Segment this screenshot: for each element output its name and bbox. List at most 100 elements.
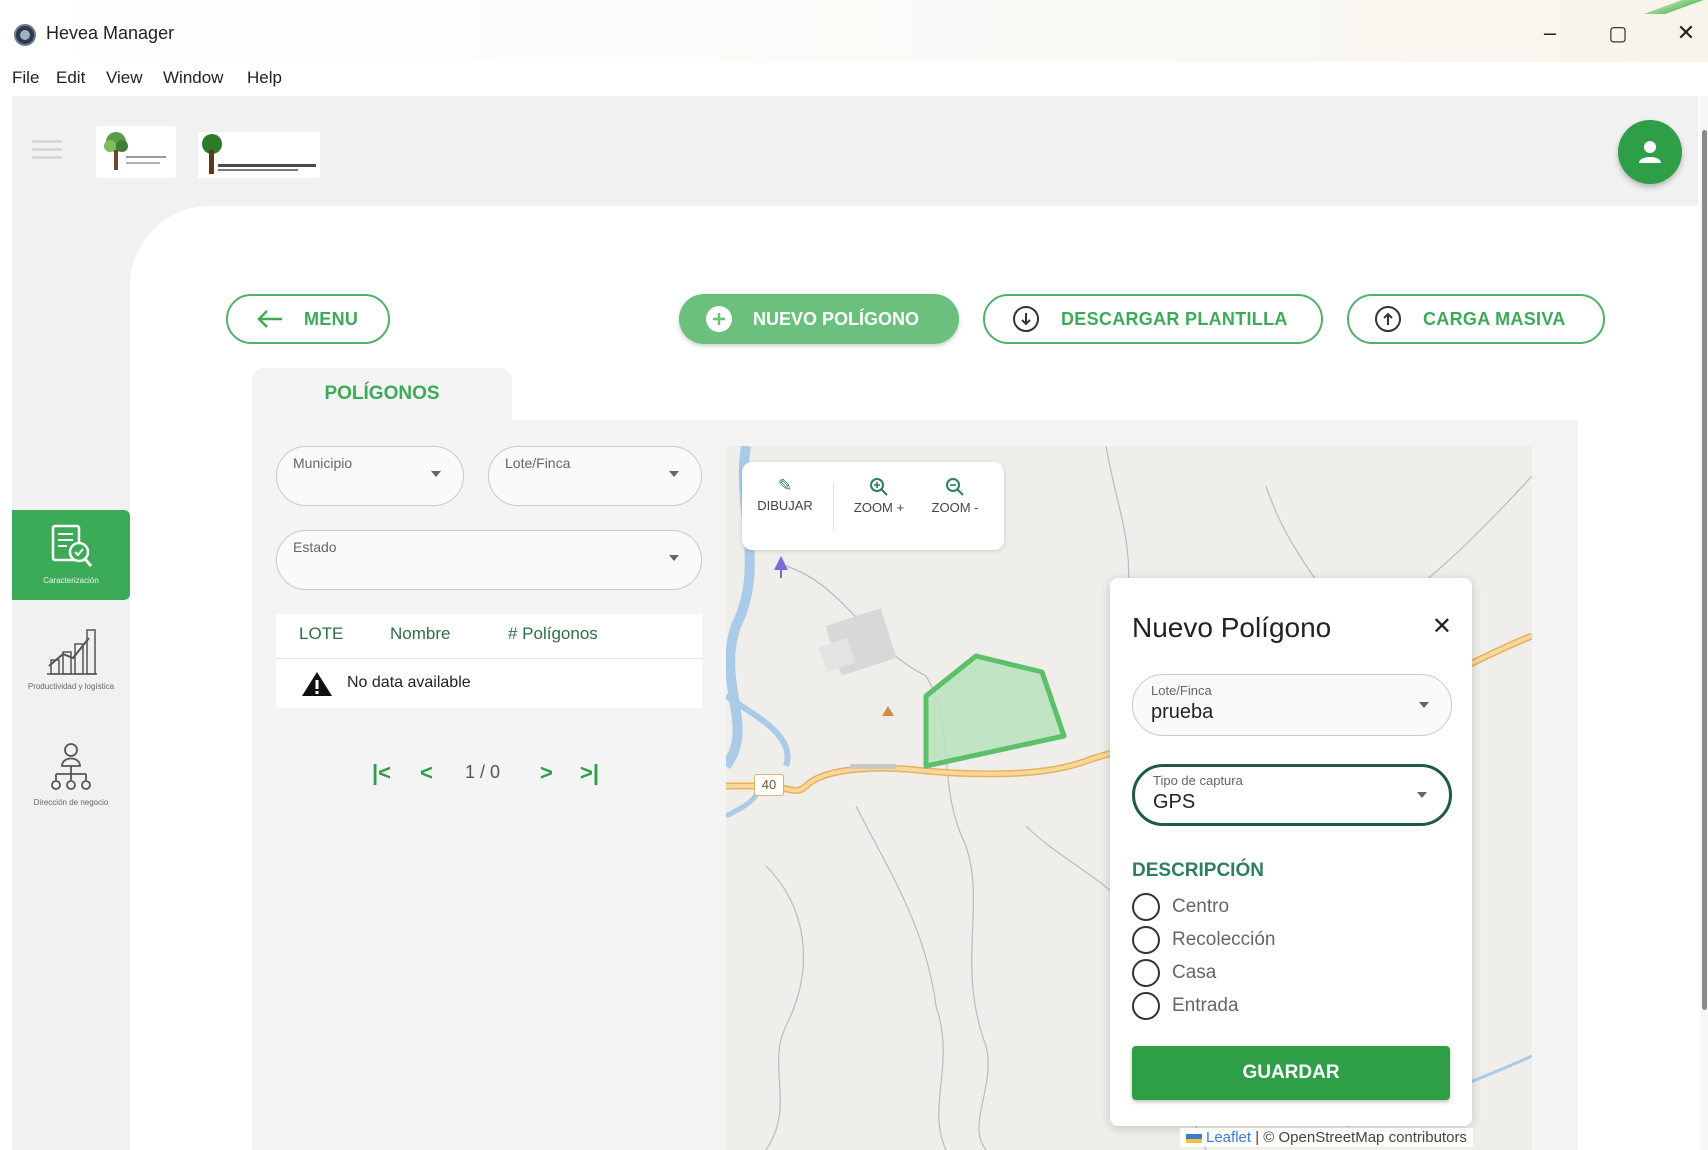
new-polygon-label: NUEVO POLÍGONO — [753, 308, 920, 329]
menu-file[interactable]: File — [12, 68, 39, 88]
user-avatar-button[interactable] — [1618, 120, 1682, 184]
tipo-captura-value: GPS — [1153, 791, 1196, 813]
column-header-lote[interactable]: LOTE — [299, 624, 343, 644]
empty-table-message: No data available — [347, 674, 471, 691]
close-window-button[interactable]: ✕ — [1666, 16, 1706, 50]
prev-page-button[interactable]: < — [420, 760, 433, 786]
app-logo-icon — [14, 24, 36, 46]
table-divider — [276, 658, 702, 659]
new-polygon-dialog: Nuevo Polígono ✕ Lote/Finca prueba Tipo … — [1110, 578, 1472, 1126]
menu-window[interactable]: Window — [163, 68, 223, 88]
minimize-button[interactable]: – — [1530, 16, 1570, 50]
save-button[interactable]: GUARDAR — [1132, 1046, 1450, 1100]
pencil-icon: ✎ — [777, 476, 793, 495]
document-check-icon — [51, 524, 93, 567]
road-shield: 40 — [754, 774, 784, 796]
close-icon[interactable]: ✕ — [1432, 612, 1452, 641]
sidebar-item-direccion[interactable]: Dirección de negocio — [12, 742, 130, 832]
radio-label: Recolección — [1172, 929, 1276, 950]
radio-label: Entrada — [1172, 995, 1239, 1016]
zoom-in-label: ZOOM + — [853, 500, 905, 515]
menu-edit[interactable]: Edit — [56, 68, 85, 88]
chevron-down-icon — [669, 555, 679, 561]
zoom-in-icon — [870, 478, 888, 496]
sidebar-label: Caracterización — [43, 576, 99, 585]
radio-circle-icon — [1132, 992, 1160, 1020]
chevron-down-icon — [669, 471, 679, 477]
warning-icon — [302, 672, 332, 696]
partner-logo — [198, 132, 320, 178]
sidebar-label: Dirección de negocio — [33, 798, 109, 807]
app-header — [12, 96, 1698, 208]
radio-casa[interactable]: Casa — [1132, 958, 1216, 988]
corner-decoration — [1638, 0, 1708, 14]
radio-entrada[interactable]: Entrada — [1132, 991, 1239, 1021]
download-circle-icon — [1013, 306, 1039, 332]
radio-label: Centro — [1172, 896, 1230, 917]
leaflet-link[interactable]: Leaflet — [1206, 1129, 1251, 1146]
lote-finca-value: prueba — [1151, 701, 1214, 723]
menu-button-label: MENU — [304, 308, 359, 329]
plus-circle-icon — [706, 306, 732, 332]
zoom-out-button[interactable]: ZOOM - — [920, 476, 990, 515]
page-status: 1 / 0 — [465, 762, 501, 782]
scrollbar-thumb[interactable] — [1702, 130, 1707, 1010]
estado-select[interactable]: Estado — [276, 530, 702, 590]
new-polygon-button[interactable]: NUEVO POLÍGONO — [679, 294, 959, 344]
radio-circle-icon — [1132, 926, 1160, 954]
bulk-upload-label: CARGA MASIVA — [1423, 308, 1566, 329]
chevron-down-icon — [1417, 792, 1427, 798]
user-icon — [1639, 141, 1661, 163]
last-page-button[interactable]: >| — [580, 760, 599, 786]
sidebar-item-productividad[interactable]: Productividad y logística — [12, 624, 130, 714]
radio-circle-icon — [1132, 959, 1160, 987]
download-template-button[interactable]: DESCARGAR PLANTILLA — [983, 294, 1323, 344]
polygons-table: LOTE Nombre # Polígonos No data availabl… — [276, 614, 702, 708]
column-header-nombre[interactable]: Nombre — [390, 624, 450, 644]
zoom-out-label: ZOOM - — [931, 500, 979, 515]
maximize-button[interactable]: ▢ — [1598, 16, 1638, 50]
column-header-poligonos[interactable]: # Polígonos — [508, 624, 598, 644]
radio-circle-icon — [1132, 893, 1160, 921]
toolbar-divider — [833, 482, 834, 530]
tipo-captura-field[interactable]: Tipo de captura GPS — [1132, 764, 1452, 826]
organization-logo — [96, 126, 176, 178]
hamburger-menu-icon[interactable] — [32, 140, 66, 160]
first-page-button[interactable]: |< — [372, 760, 391, 786]
dialog-title: Nuevo Polígono — [1132, 612, 1332, 643]
sidebar-label: Productividad y logística — [27, 682, 115, 691]
municipio-label: Municipio — [293, 455, 353, 471]
sidebar-item-caracterizacion[interactable]: Caracterización — [12, 510, 130, 600]
org-chart-icon — [51, 743, 91, 790]
lote-finca-select[interactable]: Lote/Finca — [488, 446, 702, 506]
municipio-select[interactable]: Municipio — [276, 446, 464, 506]
map-attribution: Leaflet | © OpenStreetMap contributors — [1180, 1128, 1473, 1147]
map-toolbar: ✎ DIBUJAR ZOOM + ZOOM - — [742, 462, 1004, 550]
bulk-upload-button[interactable]: CARGA MASIVA — [1347, 294, 1605, 344]
radio-label: Casa — [1172, 962, 1217, 983]
zoom-in-button[interactable]: ZOOM + — [844, 476, 914, 515]
download-template-label: DESCARGAR PLANTILLA — [1061, 308, 1288, 329]
window-title: Hevea Manager — [46, 23, 175, 43]
lote-finca-field[interactable]: Lote/Finca prueba — [1132, 674, 1452, 736]
menu-bar: File Edit View Window Help — [0, 62, 1708, 96]
lote-finca-field-label: Lote/Finca — [1151, 683, 1212, 698]
zoom-out-icon — [946, 478, 964, 496]
menu-help[interactable]: Help — [247, 68, 282, 88]
arrow-left-icon — [257, 310, 282, 328]
tab-poligonos[interactable]: POLÍGONOS — [252, 368, 512, 420]
menu-button[interactable]: MENU — [226, 294, 390, 344]
chevron-down-icon — [431, 471, 441, 477]
title-bar: Hevea Manager – ▢ ✕ — [0, 0, 1708, 66]
next-page-button[interactable]: > — [540, 760, 553, 786]
radio-recoleccion[interactable]: Recolección — [1132, 925, 1276, 955]
menu-view[interactable]: View — [106, 68, 143, 88]
osm-attribution: | © OpenStreetMap contributors — [1255, 1129, 1467, 1146]
draw-tool-label: DIBUJAR — [757, 498, 813, 513]
upload-circle-icon — [1375, 306, 1401, 332]
app-window: Hevea Manager – ▢ ✕ File Edit View Windo… — [0, 0, 1708, 1150]
radio-centro[interactable]: Centro — [1132, 892, 1229, 922]
draw-tool-button[interactable]: ✎ DIBUJAR — [750, 476, 820, 513]
tipo-captura-label: Tipo de captura — [1153, 773, 1243, 788]
description-title: DESCRIPCIÓN — [1132, 860, 1264, 881]
